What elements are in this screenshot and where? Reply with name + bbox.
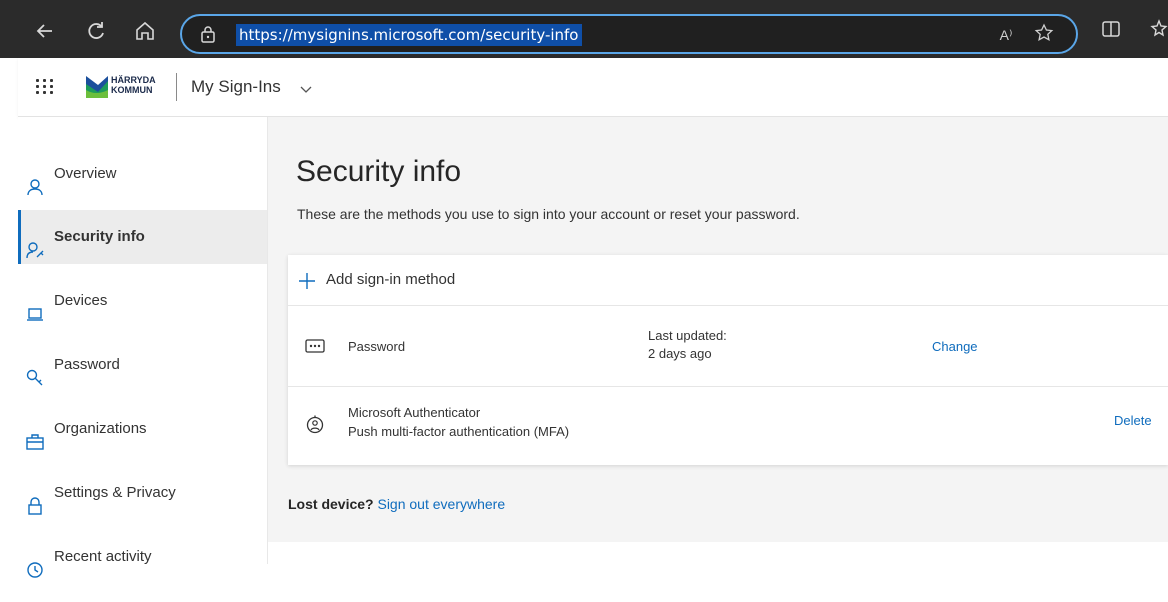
- method-row-authenticator: Microsoft Authenticator Push multi-facto…: [288, 387, 1168, 467]
- page-description: These are the methods you use to sign in…: [297, 206, 800, 222]
- lock-icon: [26, 484, 44, 515]
- sign-out-everywhere-link[interactable]: Sign out everywhere: [377, 496, 505, 512]
- sidebar-item-label: Overview: [54, 165, 117, 182]
- organization-logo: HÄRRYDA KOMMUN: [84, 72, 164, 102]
- logo-text-line1: HÄRRYDA: [111, 75, 156, 85]
- sidebar-item-label: Recent activity: [54, 548, 152, 565]
- sidebar-item-label: Organizations: [54, 420, 147, 437]
- app-header: HÄRRYDA KOMMUN My Sign-Ins: [18, 58, 1168, 117]
- browser-toolbar: https://mysignins.microsoft.com/security…: [0, 0, 1168, 58]
- person-key-icon: [26, 228, 44, 259]
- person-icon: [26, 165, 44, 196]
- delete-authenticator-link[interactable]: Delete: [1114, 413, 1152, 428]
- method-name: Password: [348, 339, 406, 354]
- lost-device-section: Lost device? Sign out everywhere: [288, 496, 505, 512]
- sidebar-item-settings-privacy[interactable]: Settings & Privacy: [18, 466, 267, 520]
- back-icon[interactable]: [32, 18, 58, 44]
- lock-icon[interactable]: [200, 25, 216, 43]
- sidebar: Overview Security info Devices Password …: [18, 117, 268, 578]
- plus-icon: [298, 272, 316, 290]
- sidebar-item-password[interactable]: Password: [18, 338, 267, 392]
- refresh-icon[interactable]: [83, 18, 109, 44]
- sidebar-item-devices[interactable]: Devices: [18, 274, 267, 328]
- methods-card: Add sign-in method Password Last updated…: [288, 255, 1168, 465]
- app-launcher-icon[interactable]: [36, 79, 54, 95]
- laptop-icon: [26, 292, 44, 321]
- page-title: Security info: [296, 155, 462, 188]
- method-subtitle: Push multi-factor authentication (MFA): [348, 424, 570, 439]
- home-icon[interactable]: [132, 18, 158, 44]
- sidebar-item-label: Settings & Privacy: [54, 484, 176, 501]
- method-name: Microsoft Authenticator: [348, 405, 481, 420]
- chevron-down-icon[interactable]: [300, 82, 312, 93]
- history-icon: [26, 548, 44, 578]
- password-dots-icon: [305, 336, 325, 356]
- favorites-icon[interactable]: [1148, 18, 1168, 44]
- sidebar-item-label: Security info: [54, 228, 145, 245]
- add-sign-in-method-button[interactable]: Add sign-in method: [288, 255, 1168, 306]
- sidebar-item-recent-activity[interactable]: Recent activity: [18, 530, 267, 584]
- add-sign-in-method-label: Add sign-in method: [326, 271, 456, 288]
- last-updated: Last updated: 2 days ago: [648, 327, 727, 363]
- sidebar-item-overview[interactable]: Overview: [18, 147, 267, 201]
- sidebar-item-label: Devices: [54, 292, 108, 309]
- sidebar-item-label: Password: [54, 356, 120, 373]
- sidebar-item-security-info[interactable]: Security info: [18, 210, 267, 264]
- lost-device-label: Lost device?: [288, 496, 374, 512]
- authenticator-icon: [305, 414, 325, 434]
- main-content: Security info These are the methods you …: [268, 117, 1168, 564]
- method-row-password: Password Last updated: 2 days ago Change: [288, 306, 1168, 387]
- briefcase-icon: [26, 420, 44, 450]
- split-screen-icon[interactable]: [1098, 18, 1124, 44]
- last-updated-label: Last updated:: [648, 328, 727, 343]
- key-icon: [26, 356, 44, 386]
- url-text[interactable]: https://mysignins.microsoft.com/security…: [236, 24, 582, 46]
- app-title[interactable]: My Sign-Ins: [191, 77, 281, 97]
- footer-strip: [268, 542, 1168, 564]
- sidebar-item-organizations[interactable]: Organizations: [18, 402, 267, 456]
- address-bar[interactable]: https://mysignins.microsoft.com/security…: [180, 14, 1078, 54]
- logo-text-line2: KOMMUN: [111, 85, 153, 95]
- last-updated-value: 2 days ago: [648, 346, 712, 361]
- change-password-link[interactable]: Change: [932, 339, 978, 354]
- read-aloud-icon[interactable]: A⁾: [994, 23, 1018, 47]
- header-divider: [176, 73, 177, 101]
- favorite-star-icon[interactable]: [1032, 23, 1056, 47]
